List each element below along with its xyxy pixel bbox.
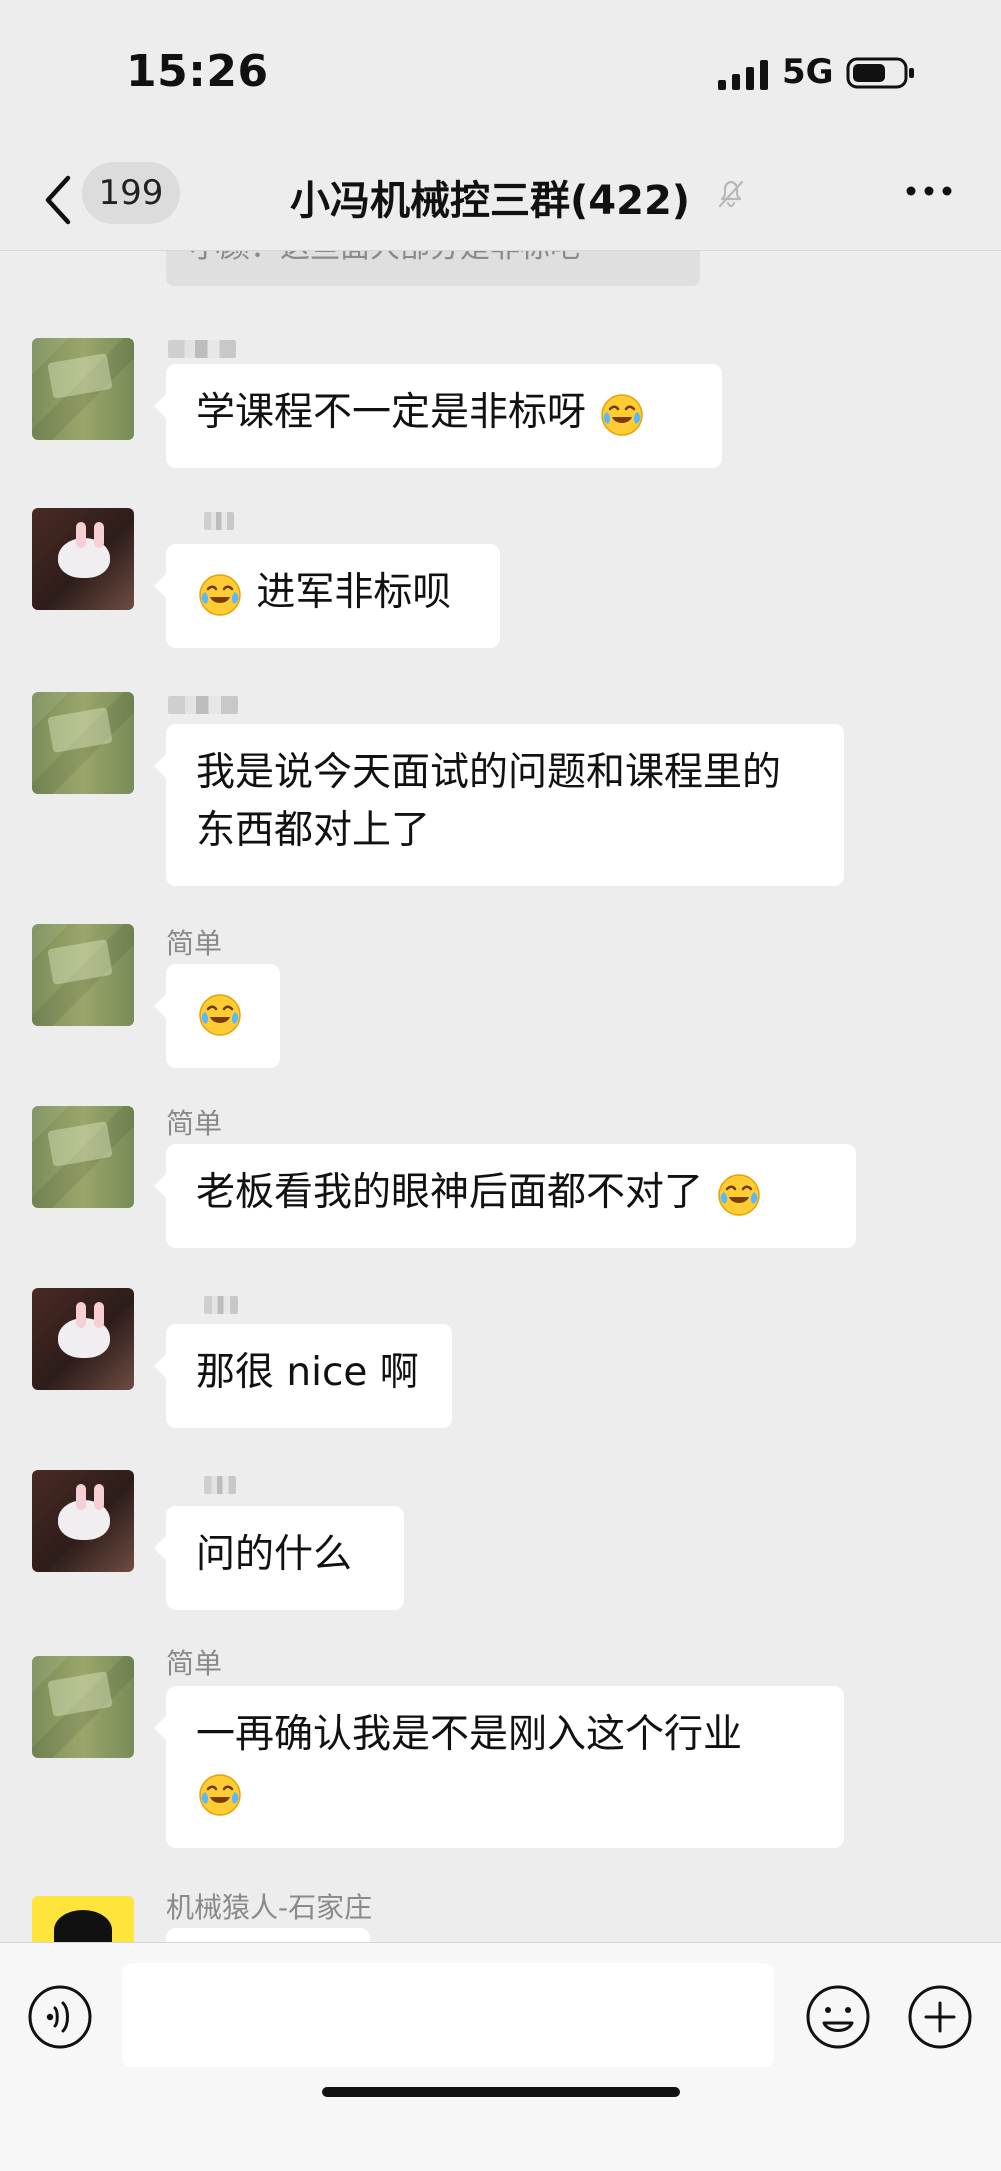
- voice-input-icon[interactable]: [26, 1983, 94, 2051]
- sender-name: 机械猿人-石家庄: [166, 1891, 373, 1924]
- redacted-sender-name: [168, 340, 236, 358]
- chat-message-bubble[interactable]: [154, 964, 280, 1068]
- sender-avatar[interactable]: [32, 1470, 134, 1572]
- sender-avatar[interactable]: [32, 1106, 134, 1208]
- back-icon[interactable]: [40, 172, 76, 228]
- message-composer: [0, 1942, 1001, 2171]
- sender-name: 简单: [166, 1647, 223, 1680]
- redacted-sender-name: [168, 696, 238, 714]
- chat-message-bubble[interactable]: 问的什么: [154, 1506, 404, 1610]
- sender-avatar[interactable]: [32, 1896, 134, 1942]
- message-text: 进军非标呗: [256, 570, 452, 615]
- message-text: 学课程不一定是非标呀: [196, 390, 587, 435]
- mute-bell-icon: [718, 180, 744, 208]
- home-indicator: [322, 2087, 680, 2097]
- emoji-icon[interactable]: [804, 1983, 872, 2051]
- sender-avatar[interactable]: [32, 1656, 134, 1758]
- chat-message-bubble[interactable]: 老板看我的眼神后面都不对了: [154, 1144, 856, 1248]
- chat-history[interactable]: 小颜：这些面大部分是非标吧 学课程不一定是非标呀 进军非标呗 我是说今天面试的问…: [0, 250, 1001, 1942]
- message-text: 那很 nice 啊: [196, 1350, 419, 1395]
- message-text: 我是说今天面试的问题和课程里的东西都对上了: [196, 750, 782, 853]
- sender-avatar[interactable]: [32, 692, 134, 794]
- signal-icon: [718, 60, 768, 90]
- face-with-tears-of-joy-icon: [199, 993, 241, 1036]
- quoted-message-text: 小颜：这些面大部分是非标吧: [166, 250, 700, 263]
- add-icon[interactable]: [906, 1983, 974, 2051]
- chat-title: 小冯机械控三群(422): [290, 178, 691, 224]
- face-with-tears-of-joy-icon: [199, 1773, 241, 1816]
- chat-message-bubble[interactable]: 一再确认我是不是刚入这个行业: [154, 1686, 844, 1848]
- sender-avatar[interactable]: [32, 1288, 134, 1390]
- message-text: 一再确认我是不是刚入这个行业: [196, 1712, 743, 1757]
- chat-message-bubble[interactable]: 那很 nice 啊: [154, 1324, 452, 1428]
- sender-name: 简单: [166, 1107, 223, 1140]
- message-input[interactable]: [122, 1963, 774, 2067]
- chat-message-bubble[interactable]: 学课程不一定是非标呀: [154, 364, 722, 468]
- quoted-message-preview: 小颜：这些面大部分是非标吧: [166, 250, 700, 286]
- unread-count-badge: 199: [82, 162, 180, 224]
- sender-avatar[interactable]: [32, 924, 134, 1026]
- sender-avatar[interactable]: [32, 338, 134, 440]
- face-with-tears-of-joy-icon: [199, 573, 241, 616]
- redacted-sender-name: [204, 1476, 236, 1494]
- battery-icon: [846, 57, 914, 89]
- status-time: 15:26: [126, 46, 269, 97]
- chat-nav-bar: 199 小冯机械控三群(422): [0, 150, 1001, 251]
- sender-name: 简单: [166, 927, 223, 960]
- sender-avatar[interactable]: [32, 508, 134, 610]
- chat-message-bubble[interactable]: 进军非标呗: [154, 544, 500, 648]
- face-with-tears-of-joy-icon: [718, 1173, 761, 1216]
- face-with-tears-of-joy-icon: [601, 393, 644, 436]
- status-bar: 15:26 5G: [0, 0, 1001, 150]
- chat-message-bubble[interactable]: [166, 1928, 370, 1942]
- redacted-sender-name: [204, 1296, 238, 1314]
- more-icon[interactable]: [904, 184, 954, 198]
- redacted-sender-name: [204, 512, 234, 530]
- network-label: 5G: [782, 52, 834, 92]
- message-text: 老板看我的眼神后面都不对了: [196, 1170, 704, 1215]
- message-text: 问的什么: [196, 1532, 353, 1577]
- chat-message-bubble[interactable]: 我是说今天面试的问题和课程里的东西都对上了: [154, 724, 844, 886]
